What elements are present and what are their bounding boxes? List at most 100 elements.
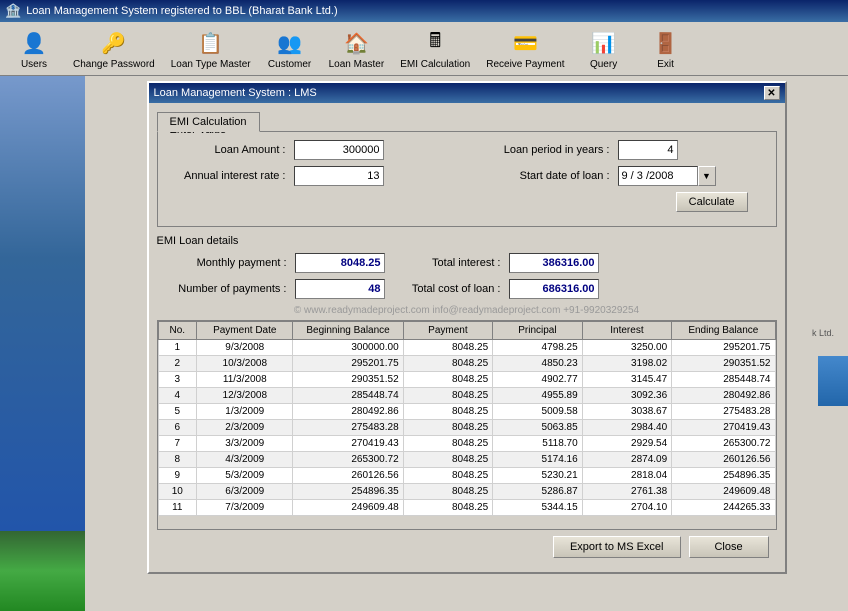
query-icon: 📊 bbox=[588, 27, 620, 59]
total-cost-label: Total cost of loan : bbox=[401, 283, 501, 295]
watermark: © www.readymadeproject.com info@readymad… bbox=[157, 305, 777, 316]
table-cell: 4850.23 bbox=[493, 356, 583, 372]
table-cell: 254896.35 bbox=[672, 468, 775, 484]
close-button[interactable]: Close bbox=[689, 536, 769, 558]
table-cell: 290351.52 bbox=[293, 372, 403, 388]
num-payments-label: Number of payments : bbox=[157, 283, 287, 295]
table-cell: 8048.25 bbox=[403, 420, 493, 436]
loan-type-master-button[interactable]: 📋 Loan Type Master bbox=[164, 24, 258, 73]
table-cell: 7/3/2009 bbox=[197, 500, 293, 516]
query-button[interactable]: 📊 Query bbox=[574, 24, 634, 73]
table-cell: 3038.67 bbox=[582, 404, 672, 420]
num-payments-value bbox=[295, 279, 385, 299]
sidebar-bottom bbox=[0, 531, 85, 611]
table-row: 412/3/2008285448.748048.254955.893092.36… bbox=[158, 388, 775, 404]
table-cell: 5344.15 bbox=[493, 500, 583, 516]
table-cell: 2/3/2009 bbox=[197, 420, 293, 436]
loan-master-button[interactable]: 🏠 Loan Master bbox=[322, 24, 392, 73]
start-date-container: ▼ bbox=[618, 166, 716, 186]
loan-master-icon: 🏠 bbox=[340, 27, 372, 59]
receive-payment-button[interactable]: 💳 Receive Payment bbox=[479, 24, 571, 73]
total-cost-row: Total cost of loan : bbox=[401, 279, 599, 299]
table-cell: 2874.09 bbox=[582, 452, 672, 468]
table-cell: 2704.10 bbox=[582, 500, 672, 516]
blue-decoration-bar bbox=[818, 356, 848, 406]
table-cell: 6 bbox=[158, 420, 197, 436]
col-ending-balance: Ending Balance bbox=[672, 322, 775, 340]
table-scroll[interactable]: No. Payment Date Beginning Balance Payme… bbox=[158, 321, 776, 529]
loan-period-label: Loan period in years : bbox=[480, 144, 610, 156]
table-cell: 275483.28 bbox=[293, 420, 403, 436]
table-cell: 260126.56 bbox=[293, 468, 403, 484]
table-cell: 8048.25 bbox=[403, 388, 493, 404]
total-cost-value bbox=[509, 279, 599, 299]
table-cell: 5/3/2009 bbox=[197, 468, 293, 484]
title-bar-text: Loan Management System registered to BBL… bbox=[26, 5, 337, 17]
annual-rate-input[interactable] bbox=[294, 166, 384, 186]
table-cell: 6/3/2009 bbox=[197, 484, 293, 500]
customer-icon: 👥 bbox=[274, 27, 306, 59]
users-button[interactable]: 👤 Users bbox=[4, 24, 64, 73]
table-row: 95/3/2009260126.568048.255230.212818.042… bbox=[158, 468, 775, 484]
table-cell: 10 bbox=[158, 484, 197, 500]
table-cell: 5230.21 bbox=[493, 468, 583, 484]
table-cell: 9/3/2008 bbox=[197, 340, 293, 356]
loan-period-input[interactable] bbox=[618, 140, 678, 160]
table-cell: 3198.02 bbox=[582, 356, 672, 372]
customer-button[interactable]: 👥 Customer bbox=[260, 24, 320, 73]
table-cell: 249609.48 bbox=[293, 500, 403, 516]
amortization-table: No. Payment Date Beginning Balance Payme… bbox=[158, 321, 776, 516]
table-cell: 280492.86 bbox=[293, 404, 403, 420]
table-cell: 5 bbox=[158, 404, 197, 420]
table-cell: 1/3/2009 bbox=[197, 404, 293, 420]
table-cell: 8048.25 bbox=[403, 372, 493, 388]
loan-type-master-icon: 📋 bbox=[195, 27, 227, 59]
title-bar: 🏦 Loan Management System registered to B… bbox=[0, 0, 848, 22]
dialog-close-button[interactable]: ✕ bbox=[764, 86, 780, 100]
emi-calculation-icon: 🖩 bbox=[419, 27, 451, 59]
sidebar-top bbox=[0, 76, 85, 531]
table-row: 210/3/2008295201.758048.254850.233198.02… bbox=[158, 356, 775, 372]
annual-rate-row: Annual interest rate : Start date of loa… bbox=[166, 166, 768, 186]
table-cell: 8048.25 bbox=[403, 404, 493, 420]
table-cell: 5063.85 bbox=[493, 420, 583, 436]
change-password-button[interactable]: 🔑 Change Password bbox=[66, 24, 162, 73]
table-cell: 2929.54 bbox=[582, 436, 672, 452]
export-button[interactable]: Export to MS Excel bbox=[553, 536, 681, 558]
table-cell: 2 bbox=[158, 356, 197, 372]
calculate-row: Calculate bbox=[166, 192, 768, 212]
table-cell: 3/3/2009 bbox=[197, 436, 293, 452]
table-cell: 8048.25 bbox=[403, 468, 493, 484]
table-cell: 270419.43 bbox=[293, 436, 403, 452]
exit-button[interactable]: 🚪 Exit bbox=[636, 24, 696, 73]
table-cell: 4902.77 bbox=[493, 372, 583, 388]
table-row: 84/3/2009265300.728048.255174.162874.092… bbox=[158, 452, 775, 468]
exit-icon: 🚪 bbox=[650, 27, 682, 59]
table-cell: 8048.25 bbox=[403, 452, 493, 468]
tab-emi-calculation[interactable]: EMI Calculation bbox=[157, 112, 260, 132]
table-cell: 9 bbox=[158, 468, 197, 484]
loan-amount-input[interactable] bbox=[294, 140, 384, 160]
dialog-container: Loan Management System : LMS ✕ EMI Calcu… bbox=[85, 76, 848, 611]
table-cell: 8048.25 bbox=[403, 340, 493, 356]
col-interest: Interest bbox=[582, 322, 672, 340]
annual-rate-label: Annual interest rate : bbox=[166, 170, 286, 182]
start-date-input[interactable] bbox=[618, 166, 698, 186]
table-cell: 3250.00 bbox=[582, 340, 672, 356]
table-cell: 285448.74 bbox=[293, 388, 403, 404]
dialog-content: EMI Calculation Enter Value Loan Amount … bbox=[149, 103, 785, 572]
table-cell: 300000.00 bbox=[293, 340, 403, 356]
table-cell: 8048.25 bbox=[403, 436, 493, 452]
dialog: Loan Management System : LMS ✕ EMI Calcu… bbox=[147, 81, 787, 574]
total-interest-row: Total interest : bbox=[401, 253, 599, 273]
emi-calculation-button[interactable]: 🖩 EMI Calculation bbox=[393, 24, 477, 73]
sidebar bbox=[0, 76, 85, 611]
calculate-button[interactable]: Calculate bbox=[676, 192, 748, 212]
table-row: 73/3/2009270419.438048.255118.702929.542… bbox=[158, 436, 775, 452]
monthly-payment-label: Monthly payment : bbox=[157, 257, 287, 269]
date-dropdown-button[interactable]: ▼ bbox=[698, 166, 716, 186]
change-password-icon: 🔑 bbox=[98, 27, 130, 59]
main-area: Loan Management System : LMS ✕ EMI Calcu… bbox=[0, 76, 848, 611]
table-cell: 11 bbox=[158, 500, 197, 516]
table-cell: 5118.70 bbox=[493, 436, 583, 452]
